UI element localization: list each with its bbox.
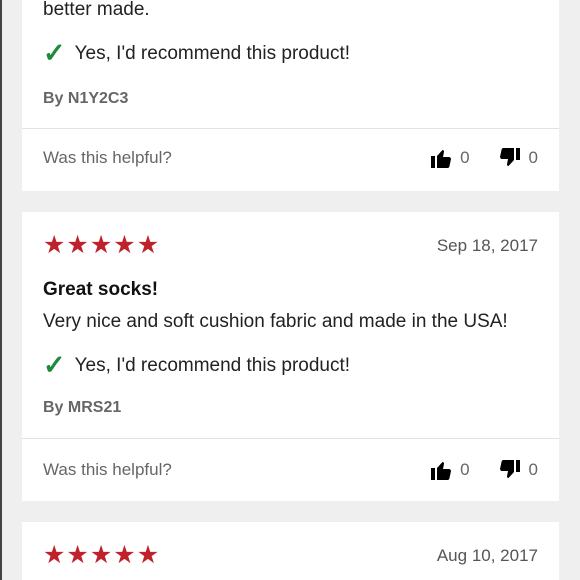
helpful-label: Was this helpful? xyxy=(43,148,172,167)
recommend-text: Yes, I'd recommend this product! xyxy=(74,354,351,376)
left-edge-line xyxy=(0,0,2,580)
review-date: Aug 10, 2017 xyxy=(436,545,538,565)
helpful-label: Was this helpful? xyxy=(43,460,172,479)
thumbs-down-icon xyxy=(499,460,520,478)
thumbs-down-count: 0 xyxy=(528,148,538,167)
checkmark-icon: ✓ xyxy=(43,350,66,380)
star-icon: ★ xyxy=(113,231,136,259)
recommend-line: ✓ Yes, I'd recommend this product! xyxy=(43,40,350,67)
review-title: Great socks! xyxy=(43,279,159,300)
thumbs-down-count: 0 xyxy=(528,460,538,479)
checkmark-icon: ✓ xyxy=(43,38,66,68)
star-icon: ★ xyxy=(89,231,113,259)
vote-buttons: 0 0 xyxy=(429,458,538,482)
thumbs-up-count: 0 xyxy=(460,460,470,479)
star-rating: ★ ★ ★ ★ ★ xyxy=(43,543,159,568)
review-card: better made. ✓ Yes, I'd recommend this p… xyxy=(22,0,559,191)
helpful-row: Was this helpful? 0 0 xyxy=(43,458,538,482)
thumbs-up-button[interactable]: 0 xyxy=(429,146,470,170)
thumbs-down-button[interactable]: 0 xyxy=(498,458,538,482)
star-icon: ★ xyxy=(66,231,89,259)
review-date: Sep 18, 2017 xyxy=(436,235,538,255)
star-icon: ★ xyxy=(43,541,66,569)
review-text: Very nice and soft cushion fabric and ma… xyxy=(43,311,508,332)
helpful-row: Was this helpful? 0 0 xyxy=(43,146,538,170)
thumbs-up-icon xyxy=(431,462,452,480)
thumbs-up-icon xyxy=(431,150,452,168)
vote-buttons: 0 0 xyxy=(429,146,538,170)
star-icon: ★ xyxy=(113,541,136,569)
recommend-line: ✓ Yes, I'd recommend this product! xyxy=(43,352,350,379)
thumbs-up-count: 0 xyxy=(460,148,470,167)
review-card: ★ ★ ★ ★ ★ Sep 18, 2017 Great socks! Very… xyxy=(22,212,559,501)
thumbs-down-icon xyxy=(499,148,520,166)
divider xyxy=(22,128,559,129)
star-icon: ★ xyxy=(43,231,66,259)
review-author: By MRS21 xyxy=(43,399,122,416)
star-icon: ★ xyxy=(89,541,113,569)
star-icon: ★ xyxy=(66,541,89,569)
rating-row: ★ ★ ★ ★ ★ Sep 18, 2017 xyxy=(43,233,538,258)
review-author: By N1Y2C3 xyxy=(43,90,129,107)
star-icon: ★ xyxy=(136,541,160,569)
star-rating: ★ ★ ★ ★ ★ xyxy=(43,233,159,258)
reviews-feed: better made. ✓ Yes, I'd recommend this p… xyxy=(0,0,580,580)
rating-row: ★ ★ ★ ★ ★ Aug 10, 2017 xyxy=(43,543,538,568)
thumbs-down-button[interactable]: 0 xyxy=(498,146,538,170)
thumbs-up-button[interactable]: 0 xyxy=(429,458,470,482)
review-text: better made. xyxy=(43,0,150,20)
divider xyxy=(22,438,559,439)
star-icon: ★ xyxy=(136,231,160,259)
review-card: ★ ★ ★ ★ ★ Aug 10, 2017 xyxy=(22,522,559,580)
recommend-text: Yes, I'd recommend this product! xyxy=(74,42,351,64)
